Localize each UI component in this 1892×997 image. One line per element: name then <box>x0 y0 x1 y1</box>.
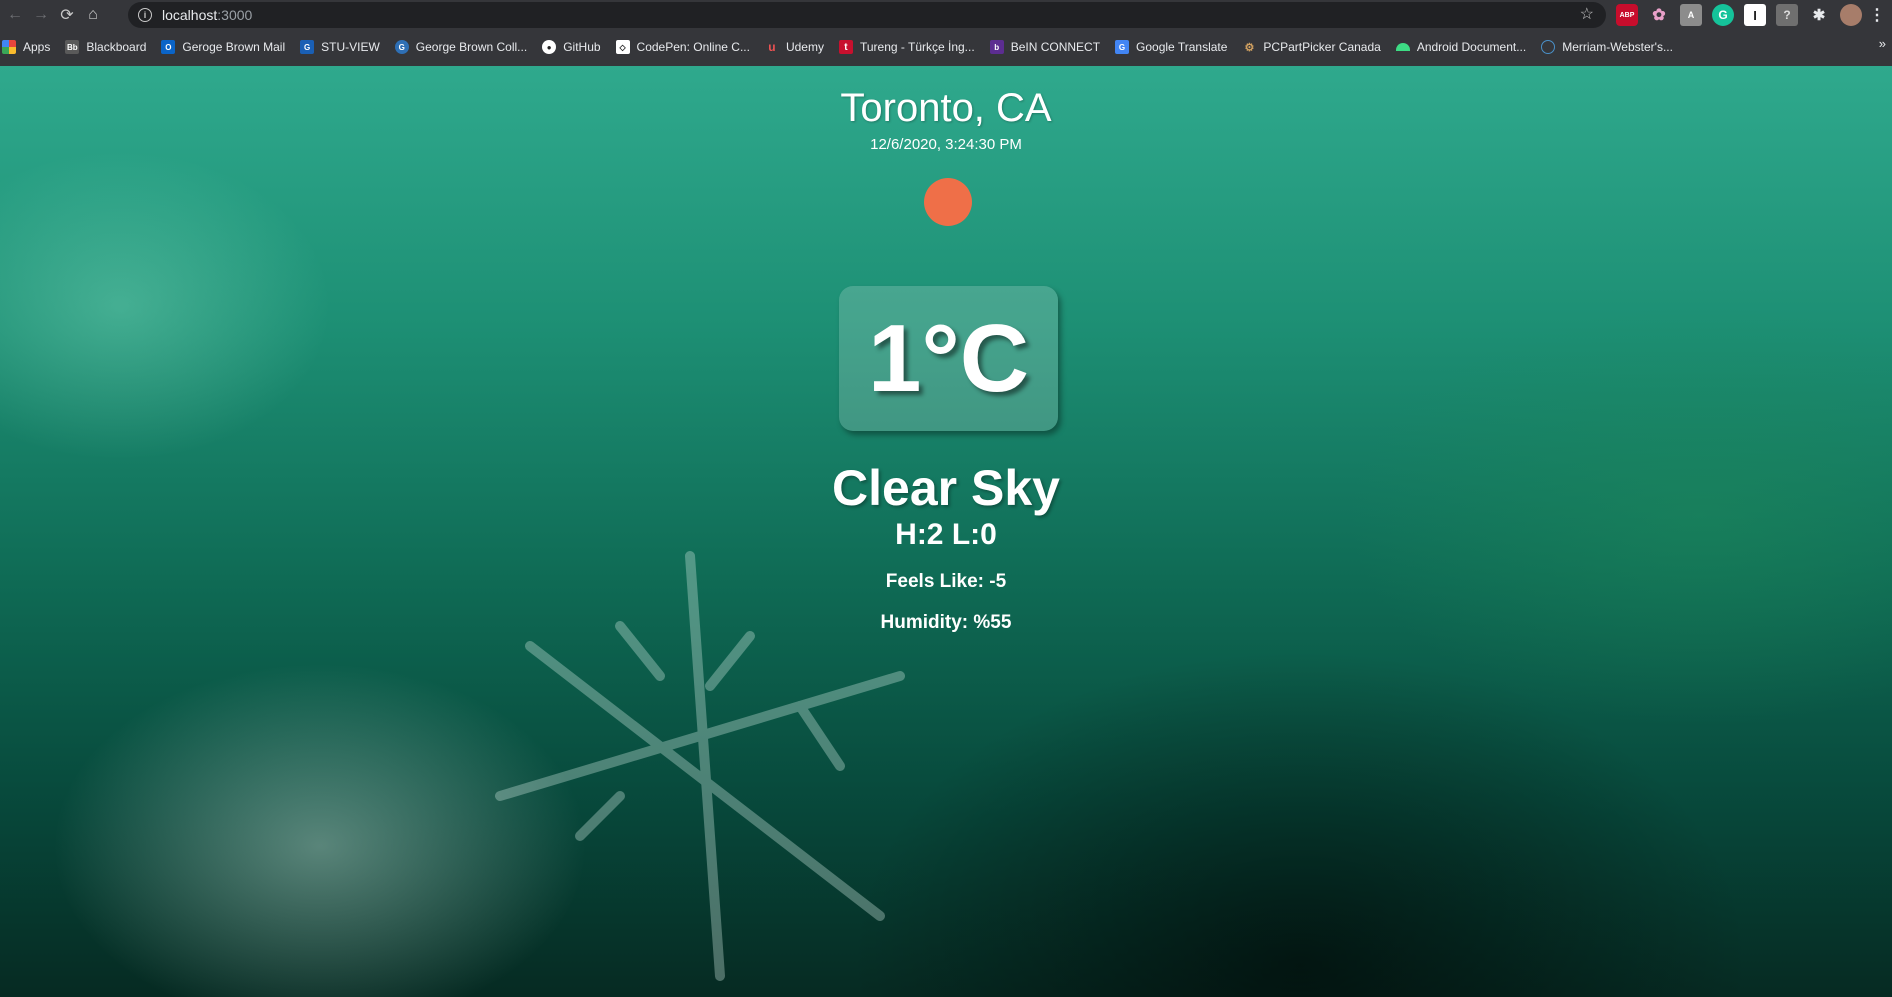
bookmark-label: Tureng - Türkçe İng... <box>859 40 975 54</box>
bookmark-merriam-webster[interactable]: Merriam-Webster's... <box>1541 40 1673 54</box>
url-port: :3000 <box>217 7 253 23</box>
gbc-circle-icon: G <box>394 40 409 54</box>
weather-app-background: Toronto, CA 12/6/2020, 3:24:30 PM 1°C Cl… <box>0 66 1892 997</box>
back-icon[interactable]: ← <box>2 2 28 28</box>
bookmark-label: CodePen: Online C... <box>636 40 750 54</box>
bookmark-label: Udemy <box>785 40 824 54</box>
temperature-box: 1°C <box>839 286 1058 431</box>
feels-like: Feels Like: -5 <box>885 571 1007 592</box>
outlook-icon: O <box>161 40 176 54</box>
bookmark-label: Merriam-Webster's... <box>1562 40 1673 54</box>
google-translate-icon: G <box>1115 40 1130 54</box>
bookmark-label: STU-VIEW <box>321 40 380 54</box>
forward-icon[interactable]: → <box>28 2 54 28</box>
city-name: Toronto, CA <box>840 86 1052 130</box>
bookmark-google-translate[interactable]: G Google Translate <box>1115 40 1227 54</box>
globe-icon <box>1541 40 1556 54</box>
browser-chrome: ← → ⟳ ⌂ i localhost:3000 ☆ ABP ✿ A G I ?… <box>0 0 1892 66</box>
bookmark-stu-view[interactable]: G STU-VIEW <box>300 40 380 54</box>
help-extension-icon[interactable]: ? <box>1776 4 1798 26</box>
weather-panel: Toronto, CA 12/6/2020, 3:24:30 PM 1°C Cl… <box>0 66 1892 997</box>
apps-grid-icon <box>2 40 16 54</box>
bookmark-label: Geroge Brown Mail <box>182 40 286 54</box>
bookmark-gbc-mail[interactable]: O Geroge Brown Mail <box>161 40 285 54</box>
date-time: 12/6/2020, 3:24:30 PM <box>870 136 1022 153</box>
address-bar[interactable]: i localhost:3000 ☆ <box>128 2 1606 28</box>
bookmark-tureng[interactable]: t Tureng - Türkçe İng... <box>838 40 975 54</box>
translate-extension-icon[interactable]: A <box>1680 4 1702 26</box>
adblock-plus-icon[interactable]: ABP <box>1616 4 1638 26</box>
bookmark-bein[interactable]: b BeIN CONNECT <box>989 40 1101 54</box>
bookmark-star-icon[interactable]: ☆ <box>1580 4 1594 24</box>
codepen-icon: ◇ <box>615 40 630 54</box>
info-extension-icon[interactable]: I <box>1744 4 1766 26</box>
extensions-bar: ABP ✿ A G I ? ✱ ⋮ <box>1616 4 1885 26</box>
bookmarks-overflow-icon[interactable]: » <box>1879 36 1886 51</box>
bookmark-label: BeIN CONNECT <box>1010 40 1101 54</box>
bookmark-label: Google Translate <box>1136 40 1228 54</box>
bookmark-apps[interactable]: Apps <box>2 40 50 54</box>
home-icon[interactable]: ⌂ <box>80 2 106 28</box>
browser-toolbar: ← → ⟳ ⌂ i localhost:3000 ☆ ABP ✿ A G I ?… <box>0 0 1892 30</box>
bookmark-pcpartpicker[interactable]: ⚙ PCPartPicker Canada <box>1242 40 1380 54</box>
udemy-icon: u <box>768 40 776 54</box>
url-host: localhost <box>162 7 218 23</box>
bookmarks-bar: Apps Bb Blackboard O Geroge Brown Mail G… <box>0 36 1892 58</box>
temperature-value: 1°C <box>867 304 1030 412</box>
bookmark-gbc-college[interactable]: G George Brown Coll... <box>394 40 528 54</box>
grammarly-icon[interactable]: G <box>1712 4 1734 26</box>
bookmark-android-docs[interactable]: Android Document... <box>1395 40 1527 54</box>
bookmark-blackboard[interactable]: Bb Blackboard <box>65 40 146 54</box>
blackboard-icon: Bb <box>65 40 80 54</box>
github-icon: ● <box>542 40 557 54</box>
bookmark-label: PCPartPicker Canada <box>1263 40 1381 54</box>
bookmark-label: George Brown Coll... <box>415 40 528 54</box>
bookmark-github[interactable]: ● GitHub <box>542 40 601 54</box>
reload-icon[interactable]: ⟳ <box>54 2 80 28</box>
tureng-icon: t <box>838 40 853 54</box>
profile-avatar[interactable] <box>1840 4 1862 26</box>
high-low-temperature: H:2 L:0 <box>895 518 997 551</box>
extensions-puzzle-icon[interactable]: ✱ <box>1808 4 1830 26</box>
sun-icon <box>924 178 972 226</box>
pcpartpicker-icon: ⚙ <box>1244 41 1255 54</box>
bookmark-udemy[interactable]: u Udemy <box>765 40 824 54</box>
bein-icon: b <box>989 40 1004 54</box>
android-icon <box>1395 43 1410 51</box>
flower-extension-icon[interactable]: ✿ <box>1648 4 1670 26</box>
bookmark-label: GitHub <box>563 40 601 54</box>
bookmark-label: Android Document... <box>1416 40 1527 54</box>
bookmark-label: Apps <box>23 40 51 54</box>
site-info-icon[interactable]: i <box>138 8 152 22</box>
weather-description: Clear Sky <box>832 460 1060 516</box>
humidity: Humidity: %55 <box>880 612 1012 633</box>
menu-kebab-icon[interactable]: ⋮ <box>1869 4 1885 26</box>
bookmark-label: Blackboard <box>86 40 147 54</box>
bookmark-codepen[interactable]: ◇ CodePen: Online C... <box>615 40 750 54</box>
gbc-icon: G <box>300 40 315 54</box>
